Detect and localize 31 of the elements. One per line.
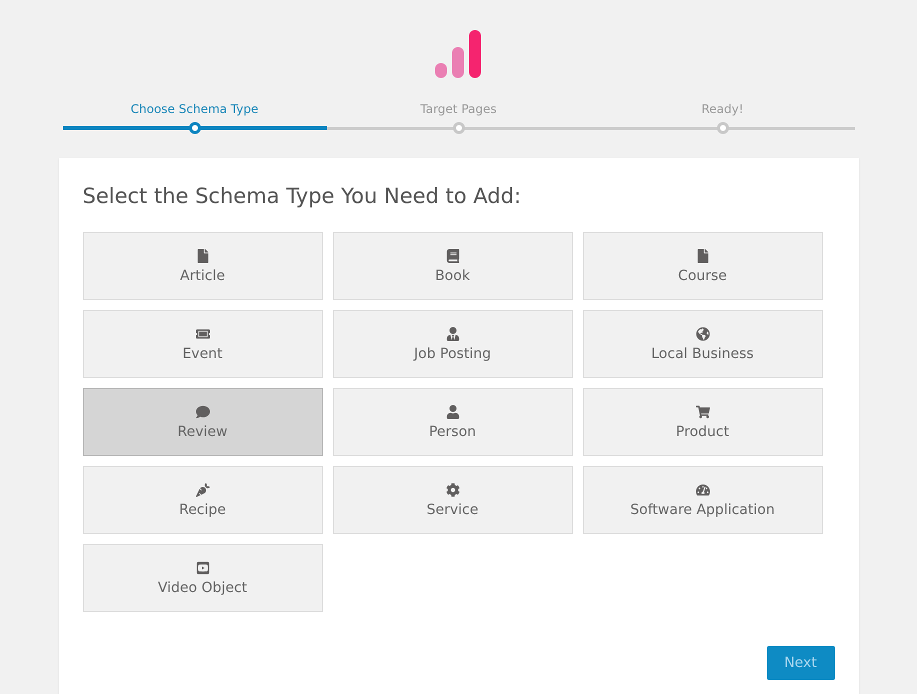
speech-bubble-icon [196,404,210,418]
book-icon [446,248,460,262]
schema-type-option[interactable]: Recipe [82,466,322,534]
gauge-icon [696,482,710,496]
settings-icon [446,482,460,496]
schema-type-option[interactable]: Local Business [582,310,822,378]
schema-type-option[interactable]: Person [332,388,572,456]
person-icon [446,404,460,418]
schema-type-option[interactable]: Article [82,232,322,300]
step-label: Choose Schema Type [130,102,258,118]
step-label: Ready! [701,102,744,118]
ticket-icon [196,326,210,340]
document-icon [196,248,210,262]
document-icon [696,248,710,262]
schema-type-option[interactable]: Event [82,310,322,378]
schema-type-option[interactable]: Book [332,232,572,300]
person-icon [446,326,460,340]
schema-type-option[interactable]: Service [332,466,572,534]
schema-type-option[interactable]: Software Application [582,466,822,534]
schema-type-option[interactable]: Review [82,388,322,456]
schema-type-option[interactable]: Course [582,232,822,300]
page-heading: Select the Schema Type You Need to Add: [82,184,522,208]
schema-type-option[interactable]: Product [582,388,822,456]
schema-type-option[interactable]: Job Posting [332,310,572,378]
carrot-icon [196,482,210,496]
bar-chart-logo-icon [434,30,482,78]
step-label: Target Pages [420,102,497,118]
cart-icon [696,404,710,418]
schema-type-option[interactable]: Video Object [82,544,322,612]
play-icon [196,560,210,574]
globe-icon [696,326,710,340]
